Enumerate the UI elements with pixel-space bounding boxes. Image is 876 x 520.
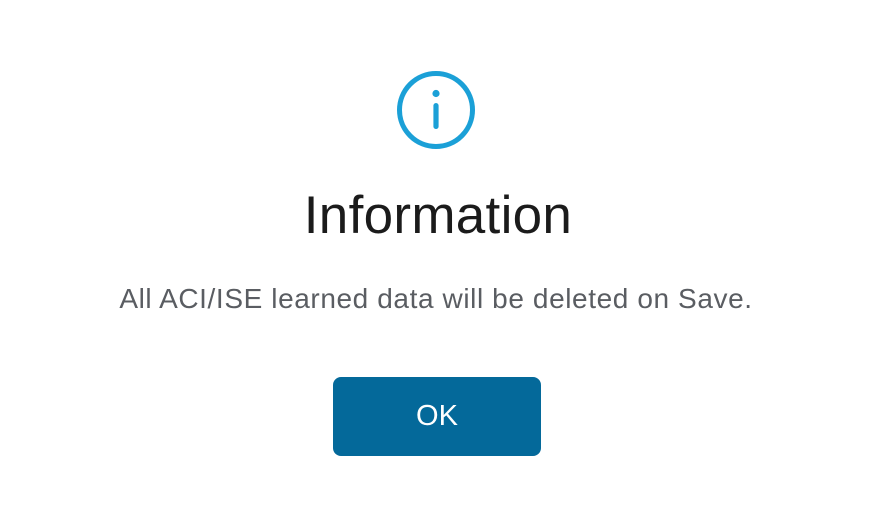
dialog-title: Information	[303, 186, 573, 245]
information-dialog: Information All ACI/ISE learned data wil…	[0, 0, 876, 520]
ok-button[interactable]: OK	[333, 377, 541, 456]
info-circle-icon	[397, 71, 475, 149]
dialog-message: All ACI/ISE learned data will be deleted…	[119, 283, 753, 314]
